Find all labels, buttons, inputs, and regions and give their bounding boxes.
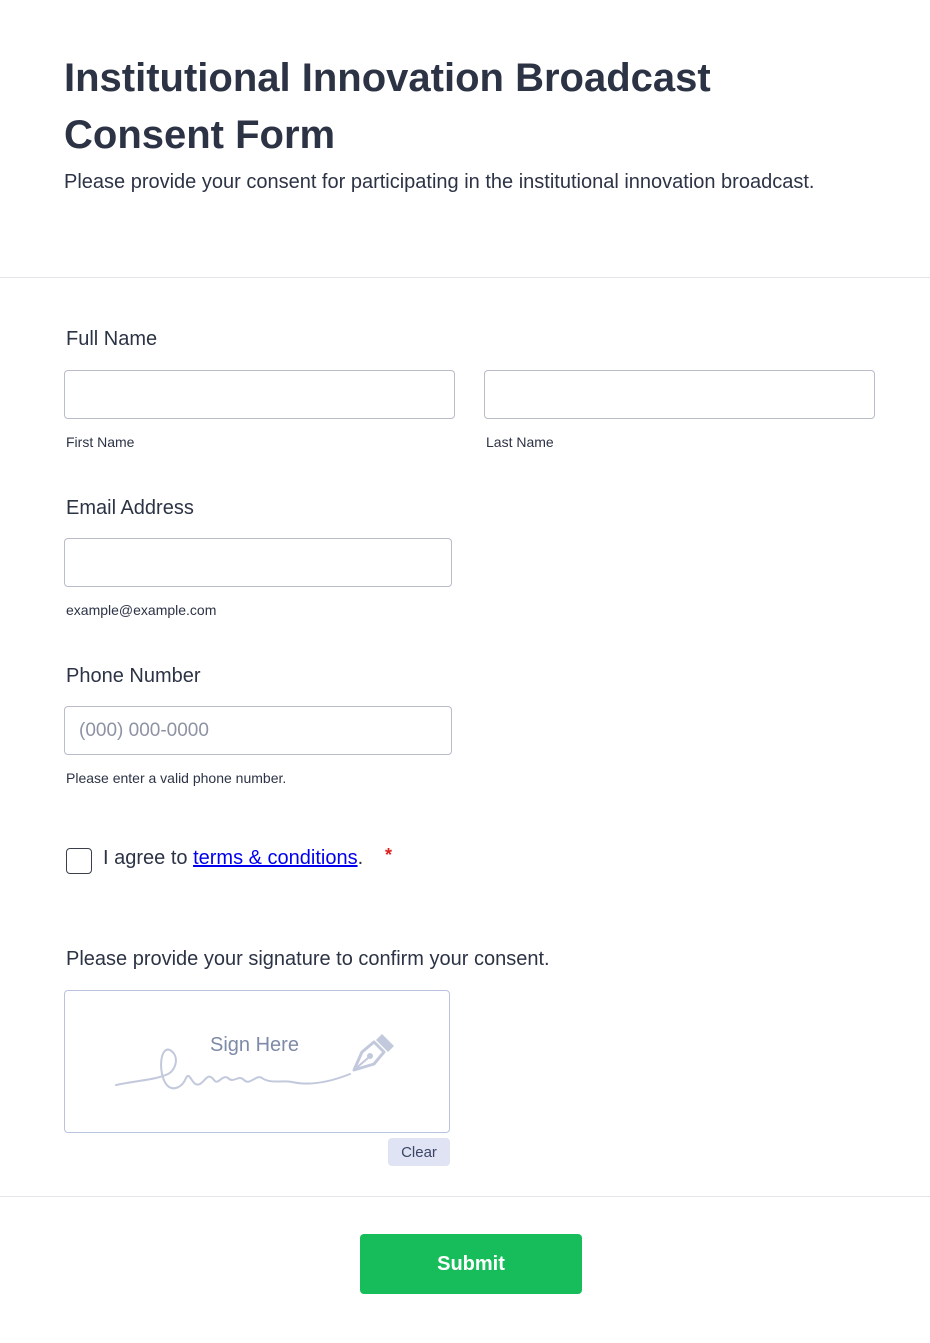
terms-suffix: . [357,847,364,869]
phone-sublabel: Please enter a valid phone number. [66,770,287,786]
form-header: Institutional Innovation Broadcast Conse… [0,0,930,278]
last-name-sublabel: Last Name [486,434,554,450]
signature-label: Please provide your signature to confirm… [66,948,550,970]
required-asterisk: * [385,845,393,865]
phone-input[interactable] [64,706,452,755]
first-name-sublabel: First Name [66,434,135,450]
terms-label: I agree to terms & conditions. [103,847,363,870]
terms-checkbox[interactable] [66,848,92,874]
phone-label: Phone Number [66,665,201,687]
clear-signature-button[interactable]: Clear [388,1138,450,1166]
last-name-input[interactable] [484,370,875,419]
first-name-input[interactable] [64,370,455,419]
email-label: Email Address [66,497,194,519]
email-sublabel: example@example.com [66,602,217,618]
terms-link[interactable]: terms & conditions [193,847,358,869]
form-title: Institutional Innovation Broadcast Conse… [64,56,711,157]
form-subtitle: Please provide your consent for particip… [64,171,815,193]
sign-here-placeholder: Sign Here [210,1034,299,1056]
submit-button[interactable]: Submit [360,1234,582,1294]
pen-nib-icon [352,1034,394,1072]
full-name-label: Full Name [66,328,158,350]
email-input[interactable] [64,538,452,587]
terms-prefix: I agree to [103,847,194,869]
